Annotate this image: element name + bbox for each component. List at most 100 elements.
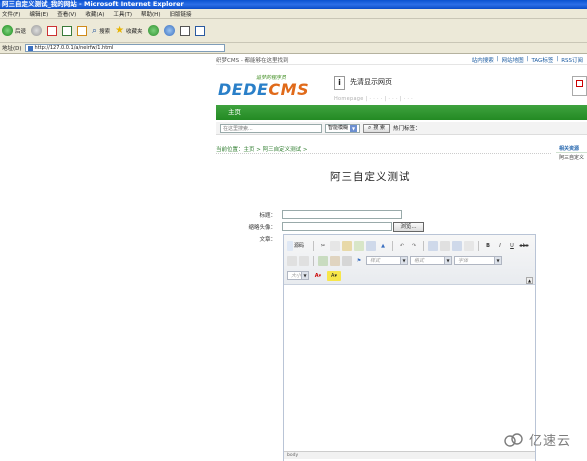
related-title: 相关资源 xyxy=(556,145,587,153)
cloud-logo-icon xyxy=(504,432,523,447)
source-icon xyxy=(287,240,293,251)
numbered-list-icon[interactable] xyxy=(287,255,297,266)
link-rss[interactable]: RSS订阅 xyxy=(561,56,583,64)
search-bar: 在这里搜索... 智能模糊 ▼ ⌕ 搜 索 热门标签： xyxy=(216,122,587,135)
replace-icon[interactable] xyxy=(440,240,450,251)
dedecms-logo[interactable]: 追梦的程序员 DEDECMS xyxy=(218,74,328,102)
home-icon[interactable] xyxy=(77,25,88,36)
site-search-input[interactable]: 在这里搜索... xyxy=(220,123,322,133)
top-welcome-text: 织梦CMS - 都能够在这里找到 xyxy=(216,58,289,64)
page-title: 阿三自定义测试 xyxy=(330,171,411,183)
scroll-up-icon[interactable]: ▲ xyxy=(526,277,533,284)
flash-icon[interactable] xyxy=(330,255,340,266)
address-label: 地址(D) xyxy=(2,46,22,52)
editor-toolbar-row-2: ⚑ 样式 ▼ 格式 ▼ 字体 ▼ xyxy=(287,254,502,267)
browse-button[interactable]: 浏览... xyxy=(393,222,424,232)
copy-icon[interactable] xyxy=(330,240,340,251)
print-icon[interactable]: ▲ xyxy=(378,241,388,251)
watermark-text: 亿速云 xyxy=(529,434,572,449)
find-icon[interactable] xyxy=(428,240,438,251)
related-item[interactable]: 阿三自定义 xyxy=(556,153,587,161)
star-icon: ★ xyxy=(115,25,125,36)
edit-icon[interactable] xyxy=(194,25,205,36)
paste-icon[interactable] xyxy=(342,240,352,251)
menu-favorites[interactable]: 收藏(A) xyxy=(85,10,104,18)
browser-toolbar: 后退 ⌕ 搜索 ★ 收藏夹 xyxy=(0,19,587,43)
breadcrumb: 当前位置：主页 > 阿三自定义测试 > xyxy=(216,145,551,154)
menu-file[interactable]: 文件(F) xyxy=(2,10,20,18)
hot-tags-label: 热门标签： xyxy=(392,126,421,132)
strike-icon[interactable]: abc xyxy=(519,241,529,251)
menu-tools[interactable]: 工具(T) xyxy=(113,10,132,18)
undo-icon[interactable]: ↶ xyxy=(397,241,407,251)
top-info-bar: 织梦CMS - 都能够在这里找到 站内搜索 | 网站地图 | TAG标签 | RSS订… xyxy=(216,56,587,65)
table-icon[interactable] xyxy=(342,255,352,266)
italic-icon[interactable]: I xyxy=(495,241,505,251)
paste-word-icon[interactable] xyxy=(366,240,376,251)
refresh-icon[interactable] xyxy=(62,25,73,36)
bullet-list-icon[interactable] xyxy=(299,255,309,266)
menu-help[interactable]: 帮助(H) xyxy=(141,10,160,18)
editor-status-bar: body xyxy=(284,451,535,459)
search-icon: ⌕ xyxy=(92,25,98,36)
menu-legacy-links[interactable]: 旧版链接 xyxy=(169,10,191,18)
select-all-icon[interactable] xyxy=(452,240,462,251)
title-input[interactable] xyxy=(282,210,402,219)
thumbnail-file-input[interactable] xyxy=(282,222,392,231)
title-label: 标题： xyxy=(259,213,276,219)
mail-icon[interactable] xyxy=(163,25,175,36)
font-size-select[interactable]: 大小 ▼ xyxy=(287,271,309,280)
chevron-down-icon: ▼ xyxy=(350,124,358,132)
related-resources: 相关资源 阿三自定义 xyxy=(556,145,587,163)
underline-icon[interactable]: U xyxy=(507,241,517,251)
anchor-icon[interactable]: ⚑ xyxy=(354,256,364,266)
source-button[interactable]: 源码 xyxy=(287,240,309,251)
menu-bar: 文件(F) 编辑(E) 查看(V) 收藏(A) 工具(T) 帮助(H) 旧版链接 xyxy=(0,9,587,19)
forward-button[interactable] xyxy=(31,25,43,36)
history-icon[interactable] xyxy=(147,25,159,36)
address-input[interactable]: http://127.0.0.1/a/neirfw/1.html xyxy=(24,44,225,52)
favorites-button[interactable]: ★ 收藏夹 xyxy=(115,25,142,36)
style-select[interactable]: 样式 ▼ xyxy=(366,256,408,265)
image-icon[interactable] xyxy=(318,255,328,266)
chevron-down-icon: ▼ xyxy=(494,257,501,264)
menu-edit[interactable]: 编辑(E) xyxy=(29,10,48,18)
text-color-icon[interactable]: A▾ xyxy=(311,271,325,281)
back-arrow-icon xyxy=(2,25,13,36)
cut-icon[interactable]: ✂ xyxy=(318,241,328,251)
thumbnail-label: 缩略头像： xyxy=(248,225,276,231)
search-mode-select[interactable]: 智能模糊 ▼ xyxy=(325,123,361,133)
nav-home[interactable]: 主页 xyxy=(228,108,241,116)
info-icon: i xyxy=(334,76,345,90)
link-tags[interactable]: TAG标签 xyxy=(531,56,553,64)
rich-text-editor: 源码 ✂ ▲ ↶ ↷ B I U abc ⚑ 样式 ▼ 格式 ▼ 字体 ▼ 大小… xyxy=(283,234,536,461)
watermark: 亿速云 xyxy=(503,430,571,449)
stop-icon[interactable] xyxy=(47,25,58,36)
site-title: 先清显示网页 xyxy=(350,78,392,86)
link-sitemap[interactable]: 网站地图 xyxy=(502,56,524,64)
back-button[interactable]: 后退 xyxy=(2,25,26,36)
top-links: 站内搜索 | 网站地图 | TAG标签 | RSS订阅 xyxy=(471,56,583,64)
link-site-search[interactable]: 站内搜索 xyxy=(472,56,494,64)
background-color-icon[interactable]: A▾ xyxy=(327,270,341,281)
content-label: 文章： xyxy=(259,237,276,243)
remove-format-icon[interactable] xyxy=(464,240,474,251)
window-title: 阿三自定义测试_我的网站 - Microsoft Internet Explor… xyxy=(0,0,587,9)
font-family-select[interactable]: 字体 ▼ xyxy=(454,256,502,265)
bold-icon[interactable]: B xyxy=(483,241,493,251)
menu-view[interactable]: 查看(V) xyxy=(57,10,76,18)
chevron-down-icon: ▼ xyxy=(444,257,451,264)
logo-brand: DEDECMS xyxy=(218,80,310,99)
search-button[interactable]: ⌕ 搜索 xyxy=(92,26,110,36)
page-icon xyxy=(27,45,33,51)
side-image-icon xyxy=(572,76,587,96)
search-icon: ⌕ xyxy=(368,124,372,131)
print-icon[interactable] xyxy=(179,25,190,36)
paste-text-icon[interactable] xyxy=(354,240,364,251)
chevron-down-icon: ▼ xyxy=(301,272,308,279)
site-search-button[interactable]: ⌕ 搜 索 xyxy=(363,123,390,133)
editor-toolbar-row-1: 源码 ✂ ▲ ↶ ↷ B I U abc xyxy=(287,239,529,252)
redo-icon[interactable]: ↷ xyxy=(409,241,419,251)
editor-toolbar-row-3: 大小 ▼ A▾ A▾ xyxy=(287,269,341,282)
format-select[interactable]: 格式 ▼ xyxy=(410,256,452,265)
